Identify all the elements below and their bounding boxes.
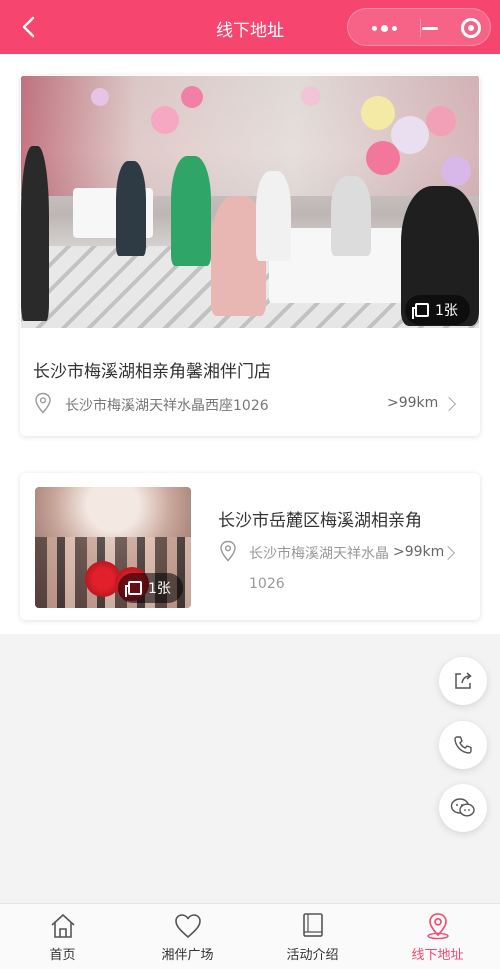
home-icon <box>50 914 75 938</box>
store-address: 长沙市梅溪湖天祥水晶1026 <box>249 546 389 592</box>
store-address: 长沙市梅溪湖天祥水晶西座1026 <box>65 398 269 414</box>
call-button[interactable] <box>439 721 487 769</box>
photo-count: 1张 <box>435 303 458 319</box>
tab-label: 线下地址 <box>411 948 464 963</box>
book-icon <box>302 913 323 937</box>
photo-count: 1张 <box>148 581 171 597</box>
store-distance: >99km <box>387 395 439 411</box>
tab-label: 首页 <box>49 948 76 963</box>
location-pin-icon <box>426 913 449 940</box>
gallery-icon <box>125 581 142 597</box>
target-close-icon[interactable] <box>452 9 490 47</box>
photo-count-badge: 1张 <box>405 295 470 325</box>
store-distance: >99km <box>393 544 445 560</box>
more-dots-icon[interactable] <box>358 9 410 47</box>
gallery-icon <box>412 303 429 319</box>
tab-square[interactable]: 湘伴广场 <box>125 904 250 969</box>
tab-label: 湘伴广场 <box>161 948 214 963</box>
store-name: 长沙市梅溪湖相亲角馨湘伴门店 <box>33 362 271 382</box>
wechat-icon <box>450 798 475 817</box>
wechat-button[interactable] <box>439 784 487 832</box>
top-nav-bar: 线下地址 <box>0 0 500 54</box>
tab-label: 活动介绍 <box>286 948 339 963</box>
minimize-icon[interactable] <box>410 9 450 47</box>
chevron-right-icon[interactable] <box>441 396 457 412</box>
tab-home[interactable]: 首页 <box>0 904 125 969</box>
store-card[interactable]: 1张 长沙市岳麓区梅溪湖相亲角 长沙市梅溪湖天祥水晶1026 >99km <box>20 473 480 620</box>
miniprogram-capsule <box>347 8 491 46</box>
photo-count-badge: 1张 <box>118 573 183 603</box>
share-button[interactable] <box>439 657 487 705</box>
phone-icon <box>454 736 472 754</box>
location-pin-icon <box>35 392 51 414</box>
heart-icon <box>174 914 201 938</box>
bottom-tab-bar: 首页 湘伴广场 活动介绍 线下地址 <box>0 903 500 969</box>
store-photo[interactable] <box>21 76 479 328</box>
tab-offline-address[interactable]: 线下地址 <box>375 904 500 969</box>
tab-activities[interactable]: 活动介绍 <box>250 904 375 969</box>
store-card[interactable]: 1张 长沙市梅溪湖相亲角馨湘伴门店 长沙市梅溪湖天祥水晶西座1026 >99km <box>20 75 480 436</box>
store-name: 长沙市岳麓区梅溪湖相亲角 <box>218 511 422 531</box>
share-icon <box>455 672 472 689</box>
location-pin-icon <box>220 540 236 562</box>
